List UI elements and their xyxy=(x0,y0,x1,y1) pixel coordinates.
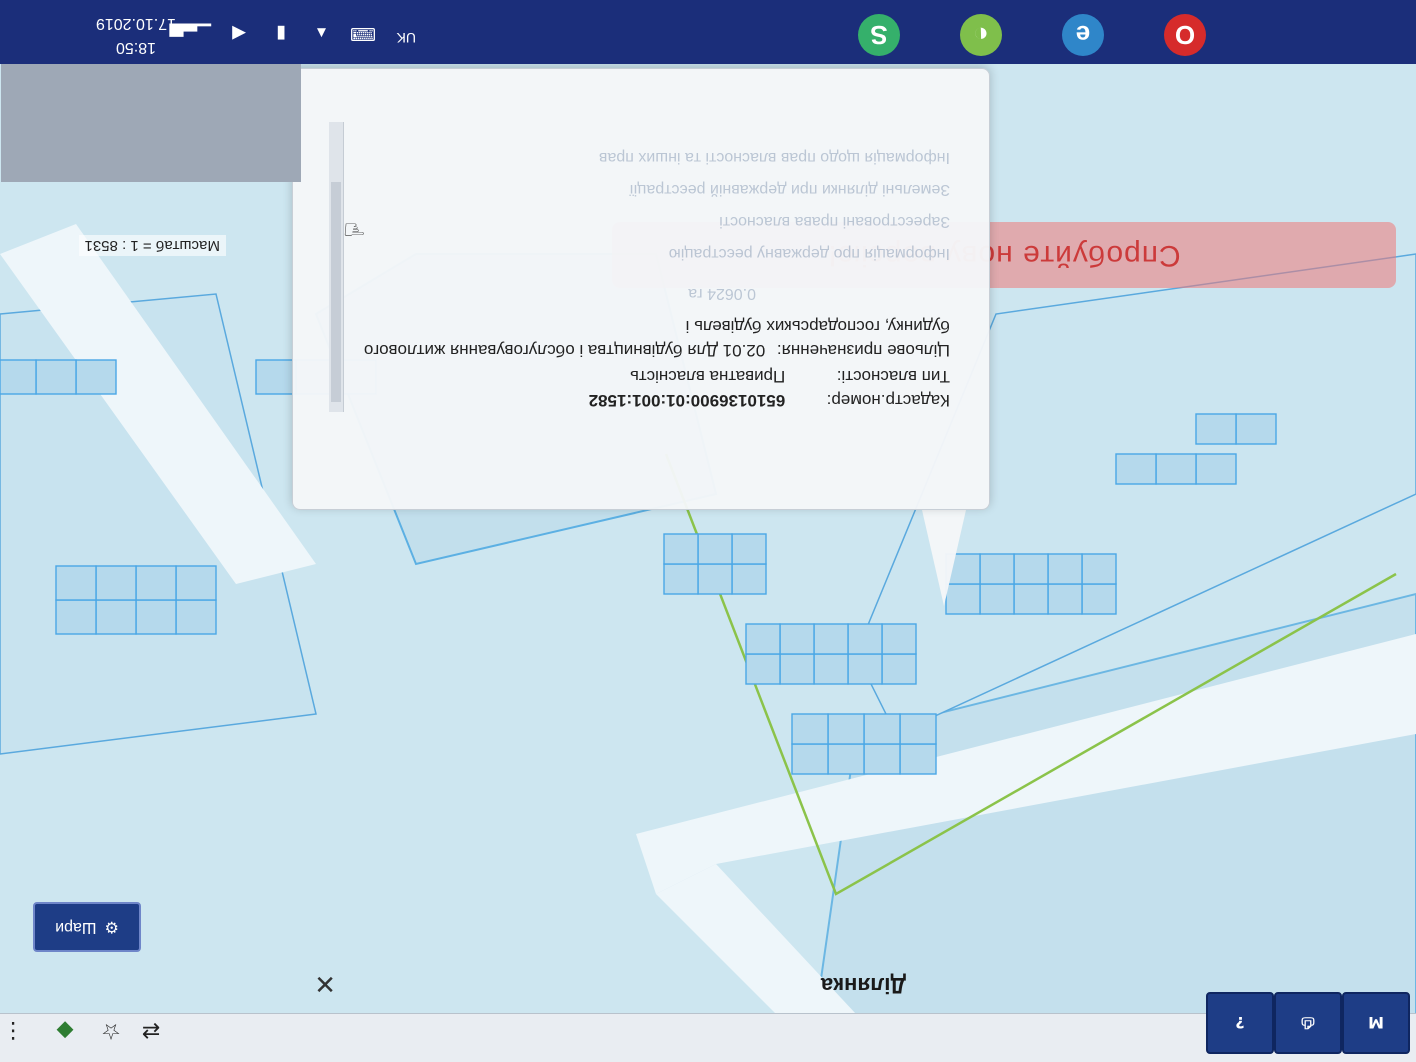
battery-icon[interactable]: ▮ xyxy=(276,23,286,44)
popup-title: Ділянка xyxy=(820,973,906,998)
ownership-type-row: Тип власності: Приватна власність xyxy=(630,366,950,386)
area-value: 0.0624 га xyxy=(688,285,756,302)
browser-menu-icon[interactable]: ⋮ xyxy=(0,1016,28,1046)
browser-toolbar: ⇄ ☆ ◆ ⋮ xyxy=(0,1013,1416,1062)
close-icon[interactable]: ✕ xyxy=(314,968,336,998)
popup-pointer xyxy=(922,510,966,606)
row-label: Цільове призначення: xyxy=(776,341,950,360)
taskbar-app-green[interactable]: ◐ xyxy=(932,0,1032,64)
faded-line: Інформація щодо прав власності та інших … xyxy=(598,149,950,166)
gear-icon: ⚙ xyxy=(104,918,119,935)
opera-icon: O xyxy=(1164,14,1206,56)
edge-icon: e xyxy=(1062,14,1104,56)
row-label: Кадастр.номер: xyxy=(826,391,950,410)
scrollbar-thumb[interactable] xyxy=(331,182,341,402)
menu-button[interactable]: M xyxy=(1342,992,1410,1054)
translate-icon[interactable]: ⇄ xyxy=(136,1016,166,1046)
print-button[interactable]: ⎙ xyxy=(1274,992,1342,1054)
chevron-up-icon[interactable]: ▴ xyxy=(317,23,326,44)
taskbar-app-skype[interactable]: S xyxy=(830,0,930,64)
language-indicator[interactable]: UK xyxy=(397,30,416,46)
faded-line: Зареєстровані права власності xyxy=(719,213,950,230)
cadastral-number-row: Кадастр.номер: 6510136900:01:001:1582 xyxy=(589,390,950,410)
volume-icon[interactable]: ◀ xyxy=(232,23,246,44)
ownership-type-value: Приватна власність xyxy=(629,367,786,386)
map-side-panel xyxy=(1,62,301,182)
layers-button-label: Шари xyxy=(55,919,97,936)
bookmark-star-icon[interactable]: ☆ xyxy=(96,1016,126,1046)
clock-date[interactable]: 17.10.2019 xyxy=(96,14,176,32)
screen: ⇄ ☆ ◆ ⋮ M ⎙ ? ⚙ Шари Спробуйте нову верс… xyxy=(0,0,1416,1062)
skype-icon: S xyxy=(858,14,900,56)
clock-time[interactable]: 18:50 xyxy=(116,38,156,56)
app-icon: ◐ xyxy=(960,14,1002,56)
extension-icon[interactable]: ◆ xyxy=(50,1016,80,1046)
help-button[interactable]: ? xyxy=(1206,992,1274,1054)
popup-scrollbar[interactable] xyxy=(329,122,344,412)
layers-button[interactable]: ⚙ Шари xyxy=(33,902,141,952)
taskbar-app-opera[interactable]: O xyxy=(1136,0,1236,64)
rotated-photo-frame: ⇄ ☆ ◆ ⋮ M ⎙ ? ⚙ Шари Спробуйте нову верс… xyxy=(0,0,1416,1062)
hand-cursor-icon: ☜ xyxy=(342,214,366,244)
faded-line: Земельні ділянки при державній реєстраці… xyxy=(629,181,950,198)
purpose-row: Цільове призначення: 02.01 Для будівницт… xyxy=(360,314,950,362)
row-label: Тип власності: xyxy=(836,367,950,386)
scale-label: Масштаб = 1 : 8531 xyxy=(78,235,226,256)
keyboard-icon[interactable]: ⌨ xyxy=(350,23,376,44)
parcel-info-popup xyxy=(292,68,990,510)
faded-line: Інформація про державну реєстрацію xyxy=(668,245,950,262)
cadastral-number-value[interactable]: 6510136900:01:001:1582 xyxy=(589,391,786,410)
taskbar-app-edge[interactable]: e xyxy=(1034,0,1134,64)
